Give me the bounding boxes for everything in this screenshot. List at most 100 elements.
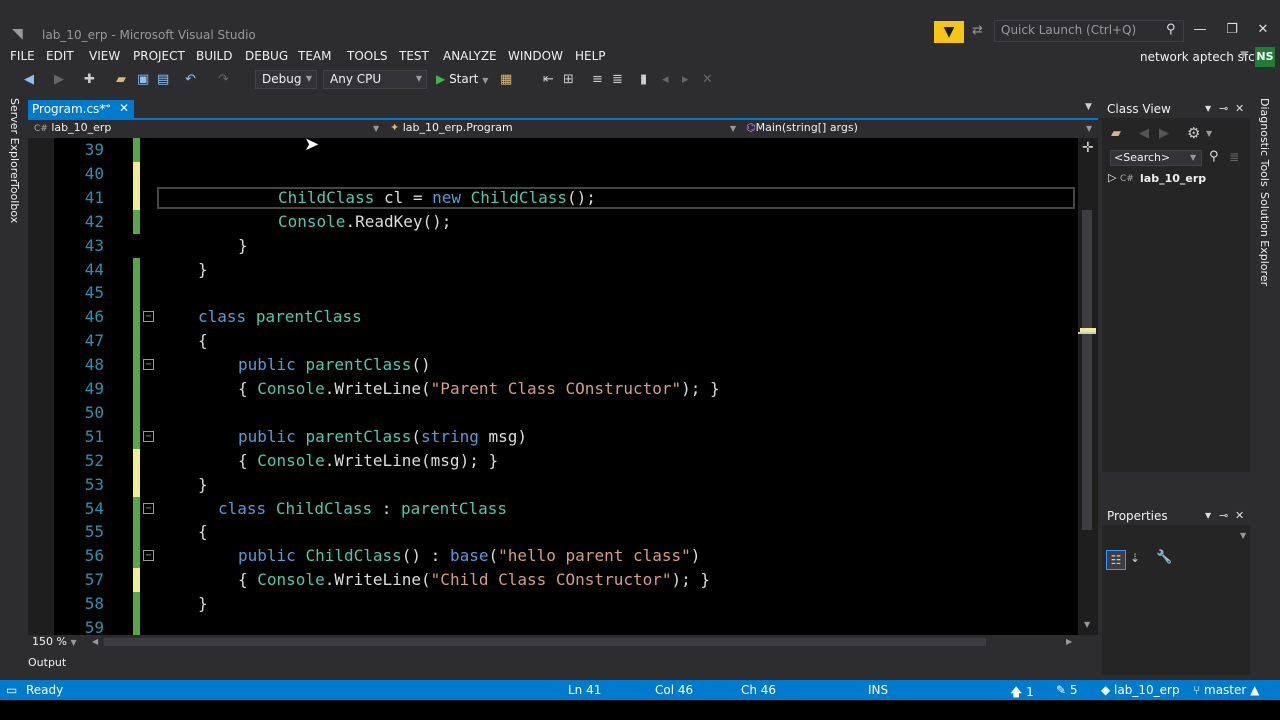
save-icon[interactable]: ▣	[137, 72, 149, 87]
collapse-icon[interactable]: −	[143, 430, 154, 442]
configuration-select[interactable]: Debug ▼	[255, 70, 317, 89]
code-line[interactable]: 50	[28, 400, 1078, 425]
forward-icon[interactable]: ▶	[54, 72, 64, 87]
code-line[interactable]: 42 Console.ReadKey();	[28, 209, 1078, 234]
menu-tools[interactable]: TOOLS	[347, 49, 388, 63]
code-line[interactable]: 40	[28, 161, 1078, 186]
property-pages-icon[interactable]: 🔧	[1156, 550, 1172, 565]
collapse-icon[interactable]: −	[143, 359, 154, 371]
quick-launch-input[interactable]: Quick Launch (Ctrl+Q)	[994, 20, 1184, 42]
code-line[interactable]: 56 − public ChildClass() : base("hello par…	[28, 544, 1078, 569]
back-icon[interactable]: ◀	[1139, 126, 1149, 141]
chevron-down-icon[interactable]: ▼	[1205, 104, 1211, 113]
new-project-icon[interactable]: ✚	[84, 72, 95, 87]
menu-build[interactable]: BUILD	[196, 49, 232, 63]
menu-test[interactable]: TEST	[399, 49, 429, 63]
browse-icon[interactable]: ▦	[500, 72, 512, 87]
branch[interactable]: ⑂ master ▲	[1193, 683, 1259, 697]
scroll-down-icon[interactable]: ▼	[1084, 620, 1090, 629]
zoom-level[interactable]: 150 % ▼	[28, 635, 90, 649]
notifications-filter-icon[interactable]: ▼	[934, 21, 964, 43]
chevron-down-icon[interactable]: ▼	[1240, 531, 1246, 540]
collapse-icon[interactable]: −	[143, 311, 154, 323]
chevron-down-icon[interactable]: ▼	[1240, 50, 1247, 60]
undo-icon[interactable]: ↶	[185, 72, 196, 87]
search-icon[interactable]: ⚲	[1166, 22, 1176, 37]
code-line[interactable]: 59	[28, 616, 1078, 635]
next-bookmark-icon[interactable]: ▸	[682, 72, 689, 87]
server-explorer-tab[interactable]: Server Explorer	[8, 98, 21, 183]
code-line[interactable]: 39	[28, 138, 1078, 162]
repository[interactable]: ◆ lab_10_erp	[1101, 683, 1180, 697]
code-line[interactable]: 53}	[28, 472, 1078, 497]
close-icon[interactable]: ✕	[1235, 102, 1244, 115]
solution-icon[interactable]: ⊞	[563, 72, 574, 87]
chevron-down-icon[interactable]: ▼	[1085, 102, 1092, 112]
bookmark-icon[interactable]: ▮	[640, 72, 647, 87]
menu-help[interactable]: HELP	[575, 49, 606, 63]
code-line[interactable]: 46 − class parentClass	[28, 305, 1078, 330]
pin-icon[interactable]: ⊸	[102, 101, 110, 112]
class-view-node[interactable]: lab_10_erp	[1140, 172, 1206, 185]
code-line[interactable]: 49 { Console.WriteLine("Parent Class COns…	[28, 377, 1078, 401]
pending-changes[interactable]: ✎ 5	[1056, 683, 1078, 697]
feedback-icon[interactable]: ⇄	[972, 23, 983, 38]
solution-explorer-tab[interactable]: Solution Explorer	[1258, 192, 1271, 286]
menu-team[interactable]: TEAM	[298, 49, 331, 63]
code-line[interactable]: 47 {	[28, 329, 1078, 354]
code-line[interactable]: 44}	[28, 257, 1078, 282]
class-dropdown[interactable]: ✦ lab_10_erp.Program	[390, 121, 513, 134]
menu-edit[interactable]: EDIT	[46, 49, 74, 63]
project-dropdown[interactable]: C# lab_10_erp	[34, 121, 111, 134]
menu-view[interactable]: VIEW	[89, 49, 120, 63]
prev-bookmark-icon[interactable]: ◂	[662, 72, 669, 87]
class-view-search-input[interactable]: <Search>	[1110, 150, 1202, 166]
settings-icon[interactable]: ≣	[1229, 150, 1239, 164]
platform-select[interactable]: Any CPU ▼	[323, 70, 427, 89]
scroll-left-icon[interactable]: ◀	[92, 637, 98, 646]
gear-icon[interactable]: ⚙	[1187, 124, 1200, 142]
collapse-icon[interactable]: −	[143, 550, 154, 562]
start-button[interactable]: ▶ Start ▼	[436, 72, 488, 86]
output-tab[interactable]: Output	[28, 656, 66, 669]
code-line[interactable]: 52 { Console.WriteLine(msg); }	[28, 448, 1078, 473]
code-line[interactable]: 57 { Console.WriteLine("Child Class COnst…	[28, 568, 1078, 593]
redo-icon[interactable]: ↷	[218, 72, 229, 87]
pin-icon[interactable]: ⊸	[1219, 102, 1228, 115]
forward-icon[interactable]: ▶	[1159, 126, 1169, 141]
new-folder-icon[interactable]: ▰	[1111, 126, 1121, 141]
code-line[interactable]: 55 {	[28, 520, 1078, 545]
close-icon[interactable]: ✕	[1235, 509, 1244, 522]
close-icon[interactable]: ✕	[119, 101, 129, 115]
avatar[interactable]: NS	[1255, 47, 1275, 67]
horizontal-scrollbar-thumb[interactable]	[104, 638, 986, 646]
minimize-icon[interactable]: —	[1190, 22, 1210, 37]
menu-debug[interactable]: DEBUG	[245, 49, 288, 63]
chevron-down-icon[interactable]: ▼	[373, 124, 379, 133]
tree-expander-icon[interactable]: ▷ C#	[1108, 171, 1134, 184]
search-icon[interactable]: ⚲	[1209, 149, 1219, 164]
step-icon[interactable]: ⇤	[543, 72, 554, 87]
chevron-down-icon[interactable]: ▼	[1086, 124, 1092, 133]
close-icon[interactable]: ✕	[1253, 22, 1273, 37]
code-line[interactable]: 45	[28, 281, 1078, 306]
code-line[interactable]: 58}	[28, 592, 1078, 617]
collapse-icon[interactable]: −	[143, 502, 154, 514]
scroll-right-icon[interactable]: ▶	[1066, 637, 1072, 646]
diagnostic-tools-tab[interactable]: Diagnostic Tools	[1258, 98, 1271, 187]
code-line[interactable]: 48 − public parentClass()	[28, 353, 1078, 378]
code-editor[interactable]: 39 40 41 ChildClass cl = new ChildClass(); 4…	[28, 138, 1078, 635]
maximize-icon[interactable]: ❐	[1222, 22, 1242, 37]
chevron-down-icon[interactable]: ▼	[1205, 511, 1211, 520]
code-line[interactable]: 51 − public parentClass(string msg)	[28, 424, 1078, 449]
toolbox-tab[interactable]: Toolbox	[8, 182, 21, 223]
vertical-scrollbar-thumb[interactable]	[1082, 210, 1092, 530]
uncomment-icon[interactable]: ≣	[612, 72, 623, 87]
menu-window[interactable]: WINDOW	[508, 49, 563, 63]
chevron-down-icon[interactable]: ▼	[1206, 129, 1212, 138]
alphabetical-icon[interactable]: ⇣	[1130, 551, 1140, 565]
chevron-down-icon[interactable]: ▼	[1190, 153, 1196, 162]
clear-bookmarks-icon[interactable]: ✕	[702, 72, 713, 87]
split-icon[interactable]: ✛	[1082, 140, 1094, 156]
member-dropdown[interactable]: ⌬Main(string[] args)	[746, 121, 858, 134]
